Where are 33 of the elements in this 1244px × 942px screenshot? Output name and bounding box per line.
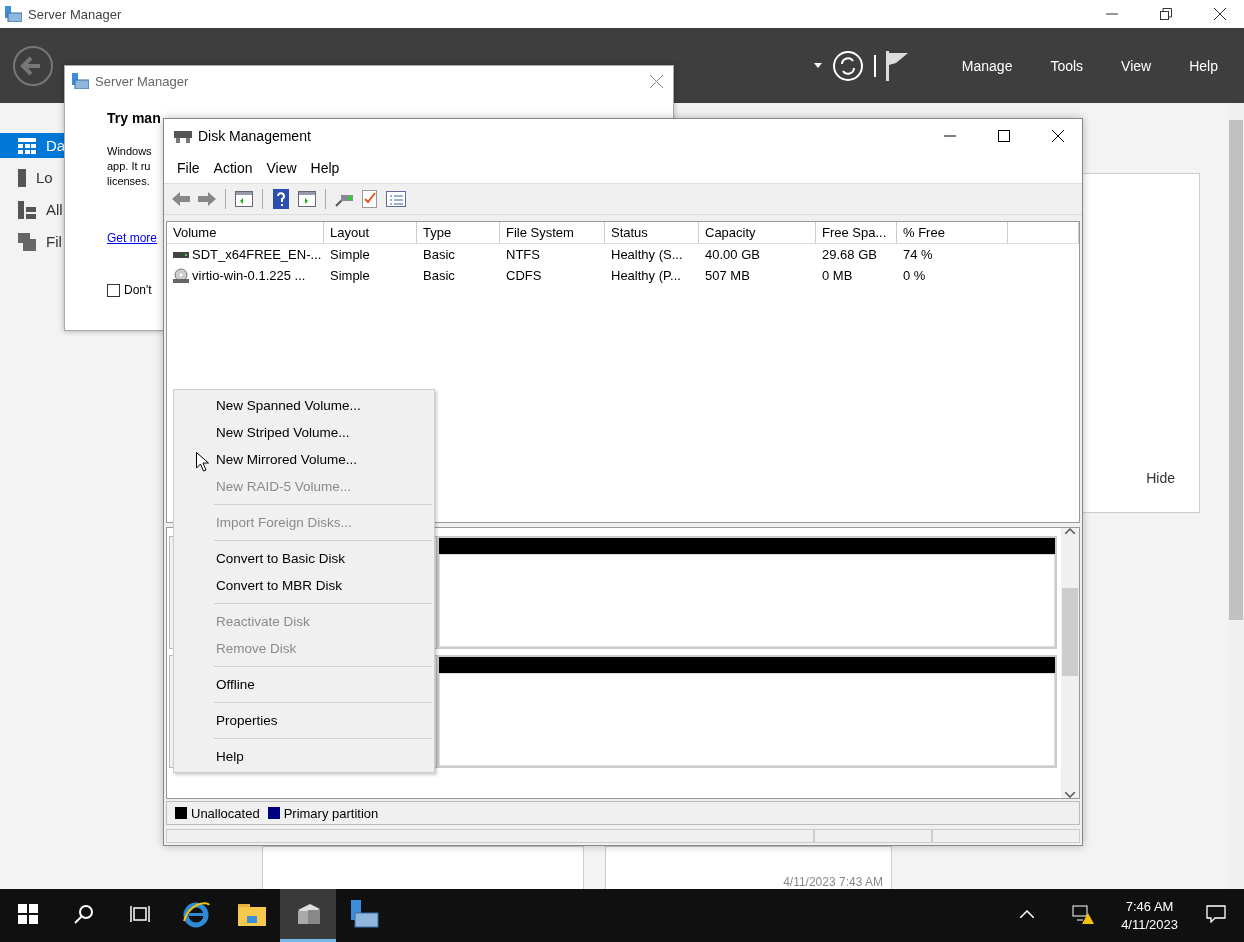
dialog-text: Windows	[107, 144, 153, 159]
table-cell: 29.68 GB	[822, 247, 877, 262]
dialog-text: licenses.	[107, 174, 151, 189]
table-cell: Simple	[330, 247, 370, 262]
checkbox-label: Don't	[124, 283, 153, 297]
legend-label: Primary partition	[283, 805, 379, 821]
table-cell: NTFS	[506, 247, 540, 262]
window-title: Disk Management	[198, 128, 312, 144]
table-cell: SDT_x64FREE_EN-...	[192, 247, 322, 262]
sidebar-label: Lo	[36, 169, 53, 186]
legend-label: Unallocated	[191, 805, 260, 821]
table-cell: CDFS	[506, 268, 542, 283]
table-cell: 74 %	[903, 247, 933, 262]
sidebar-label: All	[46, 201, 63, 218]
table-cell: 40.00 GB	[705, 247, 760, 262]
dialog-heading: Try man	[107, 110, 162, 126]
table-cell: 507 MB	[705, 268, 750, 283]
clock-time: 7:46 AM	[1125, 899, 1174, 914]
clock-date: 4/11/2023	[1121, 917, 1178, 932]
table-cell: 0 MB	[822, 268, 853, 283]
sidebar-label: Fil	[46, 233, 62, 250]
table-cell: 0 %	[903, 268, 926, 283]
sidebar-label: Da	[46, 137, 66, 154]
timestamp: 4/11/2023 7:43 AM	[783, 875, 883, 889]
table-cell: Basic	[423, 247, 455, 262]
table-cell: Simple	[330, 268, 370, 283]
window-title: Server Manager	[28, 6, 123, 22]
table-cell: Healthy (S...	[611, 247, 683, 262]
table-cell: Healthy (P...	[611, 268, 681, 283]
table-cell: virtio-win-0.1.225 ...	[192, 268, 306, 283]
table-cell: Basic	[423, 268, 455, 283]
dialog-text: app. It ru	[107, 159, 152, 174]
dialog-title: Server Manager	[95, 73, 190, 89]
